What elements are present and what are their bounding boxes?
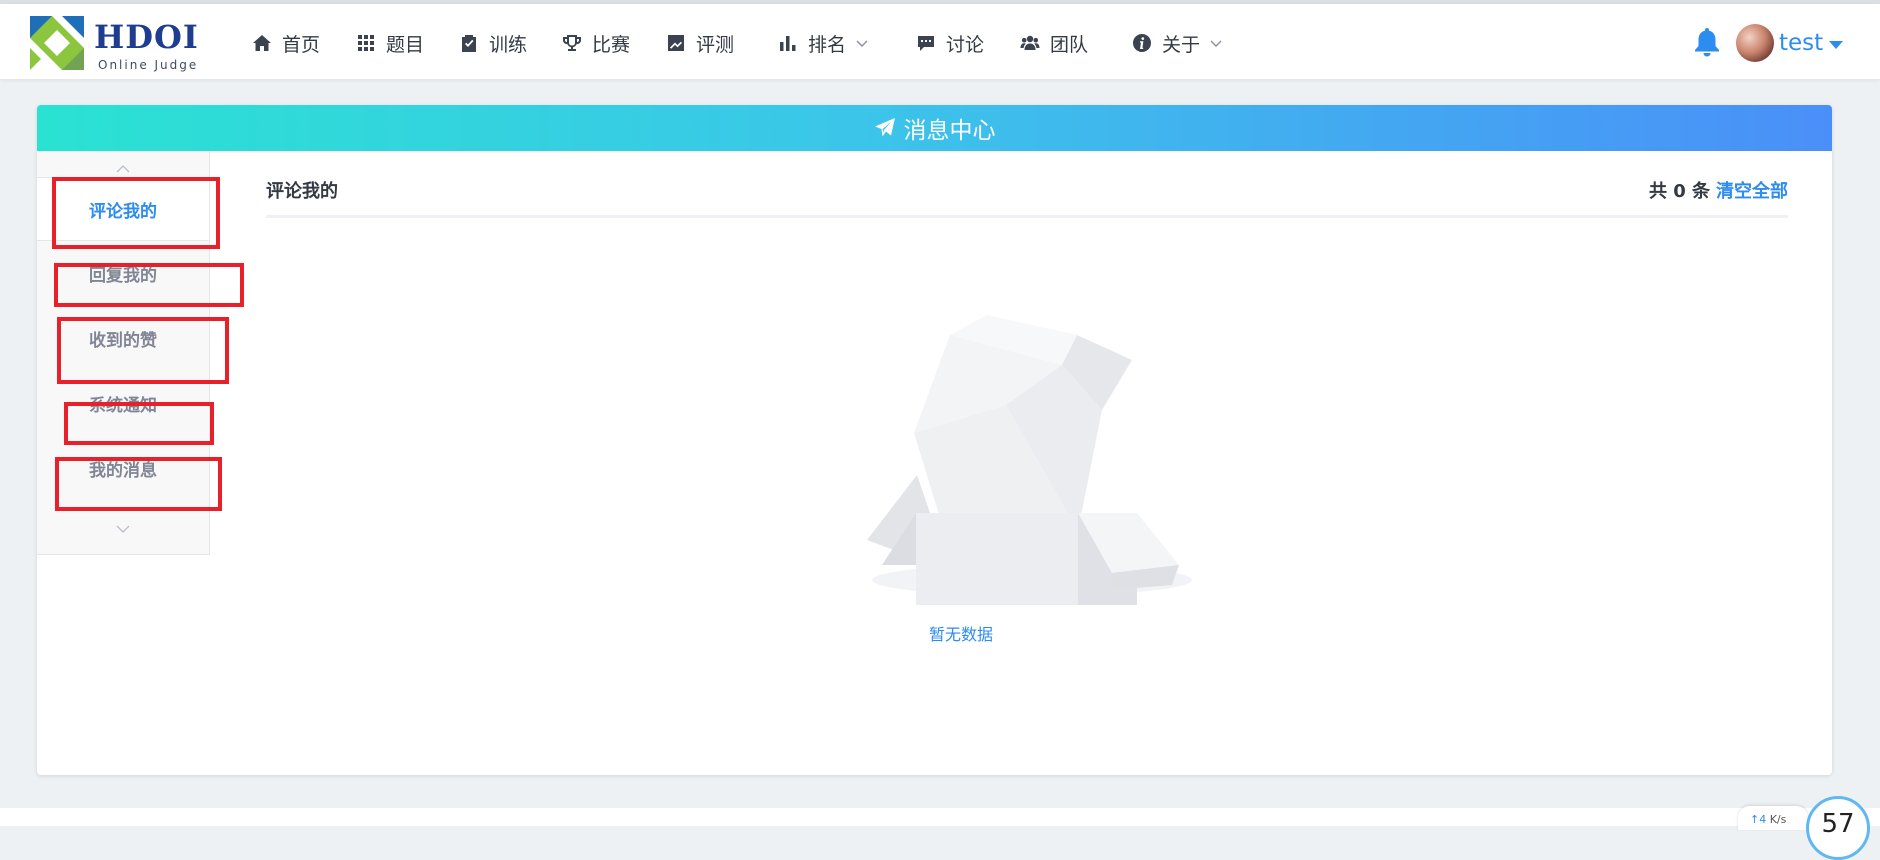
message-count-bar: 共 0 条 清空全部 [1649, 177, 1788, 203]
chevron-up-icon[interactable] [115, 161, 131, 177]
page-bottom-strip [0, 808, 1880, 826]
logo-mark-icon [30, 16, 84, 70]
sidebar-item-replies[interactable]: 回复我的 [37, 241, 209, 305]
nav-item-about[interactable]: 关于 [1132, 28, 1232, 58]
nav-item-training[interactable]: 训练 [459, 28, 527, 58]
chevron-down-icon[interactable] [115, 521, 131, 537]
notification-bell-icon[interactable] [1692, 26, 1722, 58]
users-icon [1020, 35, 1040, 50]
caret-down-icon [1829, 40, 1844, 49]
network-speed-widget: ↑4 K/s [1738, 806, 1808, 830]
nav-item-discussion[interactable]: 讨论 [916, 28, 984, 58]
chevron-down-icon [856, 40, 868, 47]
grid-icon [358, 35, 374, 51]
comment-icon [918, 36, 934, 51]
nav-item-home[interactable]: 首页 [252, 28, 320, 58]
info-icon [1132, 34, 1151, 52]
logo-title: HDOI [94, 18, 199, 56]
username-label: test [1779, 30, 1824, 56]
trend-chart-icon [668, 35, 684, 51]
paper-plane-icon [874, 118, 895, 137]
nav-item-status[interactable]: 评测 [666, 28, 734, 58]
message-center-header: 消息中心 [37, 105, 1832, 151]
bar-chart-icon [780, 36, 796, 51]
upload-speed-value: ↑4 [1750, 813, 1767, 826]
chevron-down-icon [1210, 40, 1222, 47]
section-title: 评论我的 [266, 181, 338, 202]
empty-state-text: 暂无数据 [928, 625, 993, 644]
nav-item-label: 首页 [282, 33, 321, 56]
logo-subtitle: Online Judge [98, 58, 199, 72]
sidebar-item-label: 评论我的 [89, 201, 157, 222]
message-center-title: 消息中心 [903, 118, 996, 144]
message-sidebar: 评论我的 回复我的 收到的赞 系统通知 我的消息 [37, 151, 210, 555]
user-avatar[interactable] [1736, 24, 1774, 62]
sidebar-item-label: 收到的赞 [89, 330, 157, 351]
nav-item-label: 讨论 [946, 33, 985, 56]
top-navbar: HDOI Online Judge 首页 题目 训练 比赛 评测 排名 讨论 团… [0, 4, 1880, 80]
sidebar-item-system-notice[interactable]: 系统通知 [37, 371, 209, 435]
sidebar-item-likes[interactable]: 收到的赞 [37, 306, 209, 370]
nav-item-label: 团队 [1050, 33, 1089, 56]
section-divider [266, 215, 1788, 218]
message-count: 共 0 条 [1648, 181, 1710, 202]
site-logo[interactable]: HDOI Online Judge [30, 14, 200, 74]
sidebar-item-label: 系统通知 [89, 395, 157, 416]
nav-item-problems[interactable]: 题目 [356, 28, 424, 58]
speed-unit: K/s [1769, 813, 1787, 826]
nav-item-label: 评测 [696, 33, 735, 56]
message-center-card: 消息中心 评论我的 回复我的 收到的赞 系统通知 我的消息 评论我的 共 0 条… [37, 105, 1832, 775]
empty-box-illustration [867, 315, 1192, 605]
nav-item-contest[interactable]: 比赛 [562, 28, 630, 58]
nav-item-label: 排名 [808, 33, 847, 56]
home-icon [253, 35, 271, 51]
sidebar-item-label: 我的消息 [89, 460, 157, 481]
nav-item-label: 题目 [386, 33, 425, 56]
clear-all-link[interactable]: 清空全部 [1716, 177, 1788, 203]
clipboard-check-icon [462, 35, 476, 52]
sidebar-item-my-messages[interactable]: 我的消息 [37, 436, 209, 500]
sidebar-item-comments[interactable]: 评论我的 [37, 177, 209, 241]
performance-ring-widget[interactable]: 57 [1806, 796, 1870, 860]
nav-item-team[interactable]: 团队 [1020, 28, 1088, 58]
nav-item-label: 训练 [489, 33, 528, 56]
trophy-icon [563, 35, 581, 51]
nav-item-rank[interactable]: 排名 [778, 28, 878, 58]
sidebar-item-label: 回复我的 [89, 265, 157, 286]
user-menu[interactable]: test [1779, 30, 1844, 56]
nav-item-label: 关于 [1162, 33, 1201, 56]
nav-item-label: 比赛 [592, 33, 631, 56]
